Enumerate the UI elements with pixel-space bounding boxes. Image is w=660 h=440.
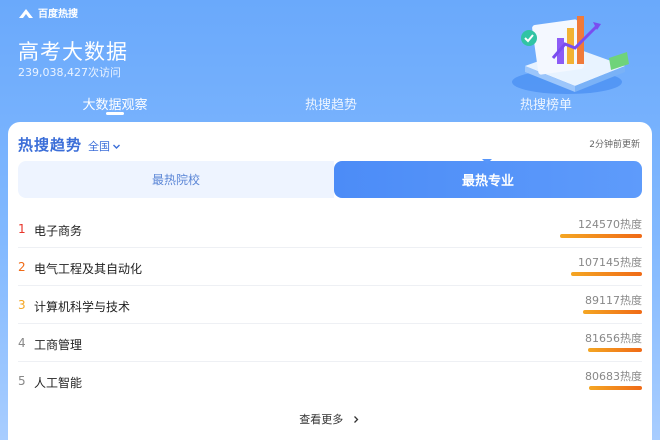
active-tab-indicator <box>106 112 124 115</box>
chevron-down-icon <box>113 144 121 149</box>
section-title: 热搜趋势 <box>18 136 83 154</box>
heat-value: 81656热度 <box>585 332 642 345</box>
active-segment-pointer <box>482 159 492 164</box>
update-time: 2分钟前更新 <box>589 140 640 150</box>
data-chart-illustration <box>512 16 629 94</box>
major-name: 电子商务 <box>34 224 83 238</box>
ranking-list: 1 电子商务 124570热度 2 电气工程及其自动化 107145热度 3 计… <box>18 210 642 400</box>
major-name: 电气工程及其自动化 <box>34 262 143 276</box>
list-item[interactable]: 4 工商管理 81656热度 <box>18 324 642 362</box>
view-more-label: 查看更多 <box>299 413 344 426</box>
tab-hot-search-ranking[interactable]: 热搜榜单 <box>520 94 572 113</box>
tab-hot-search-trend[interactable]: 热搜趋势 <box>305 94 357 113</box>
tab-hottest-universities[interactable]: 最热院校 <box>18 161 334 198</box>
top-nav: 大数据观察 热搜趋势 热搜榜单 <box>0 92 660 120</box>
heat-bar <box>560 234 642 238</box>
heat-bar <box>589 386 642 390</box>
heat-bar <box>571 272 642 276</box>
view-more-button[interactable]: 查看更多 <box>8 411 652 427</box>
major-name: 计算机科学与技术 <box>34 300 131 314</box>
major-name: 人工智能 <box>34 376 83 390</box>
rank-number: 4 <box>18 336 26 350</box>
region-selector[interactable]: 全国 <box>88 138 121 154</box>
list-item[interactable]: 2 电气工程及其自动化 107145热度 <box>18 248 642 286</box>
brand-name: 百度热搜 <box>38 9 78 20</box>
heat-value: 124570热度 <box>578 218 642 231</box>
heat-value: 107145热度 <box>578 256 642 269</box>
list-item[interactable]: 1 电子商务 124570热度 <box>18 210 642 248</box>
rank-number: 2 <box>18 260 26 274</box>
list-item[interactable]: 5 人工智能 80683热度 <box>18 362 642 400</box>
category-switch: 最热院校 最热专业 <box>18 161 642 198</box>
region-label: 全国 <box>88 140 111 153</box>
chevron-right-icon <box>353 416 359 423</box>
card-header: 热搜趋势 全国 <box>18 134 121 155</box>
tab-hottest-majors[interactable]: 最热专业 <box>334 161 642 198</box>
heat-value: 80683热度 <box>585 370 642 383</box>
rank-number: 1 <box>18 222 26 236</box>
rank-number: 3 <box>18 298 26 312</box>
heat-bar <box>588 348 642 352</box>
tab-big-data-observation[interactable]: 大数据观察 <box>82 94 147 113</box>
page-title: 高考大数据 <box>18 40 128 64</box>
brand-logo[interactable]: 百度热搜 <box>18 5 78 20</box>
major-name: 工商管理 <box>34 338 83 352</box>
list-item[interactable]: 3 计算机科学与技术 89117热度 <box>18 286 642 324</box>
baidu-hot-logo-icon <box>19 8 33 18</box>
rank-number: 5 <box>18 374 26 388</box>
trend-card: 热搜趋势 全国 2分钟前更新 最热院校 最热专业 1 电子商务 124570热度… <box>8 122 652 440</box>
visit-count: 239,038,427次访问 <box>18 66 121 79</box>
heat-value: 89117热度 <box>585 294 642 307</box>
heat-bar <box>583 310 642 314</box>
